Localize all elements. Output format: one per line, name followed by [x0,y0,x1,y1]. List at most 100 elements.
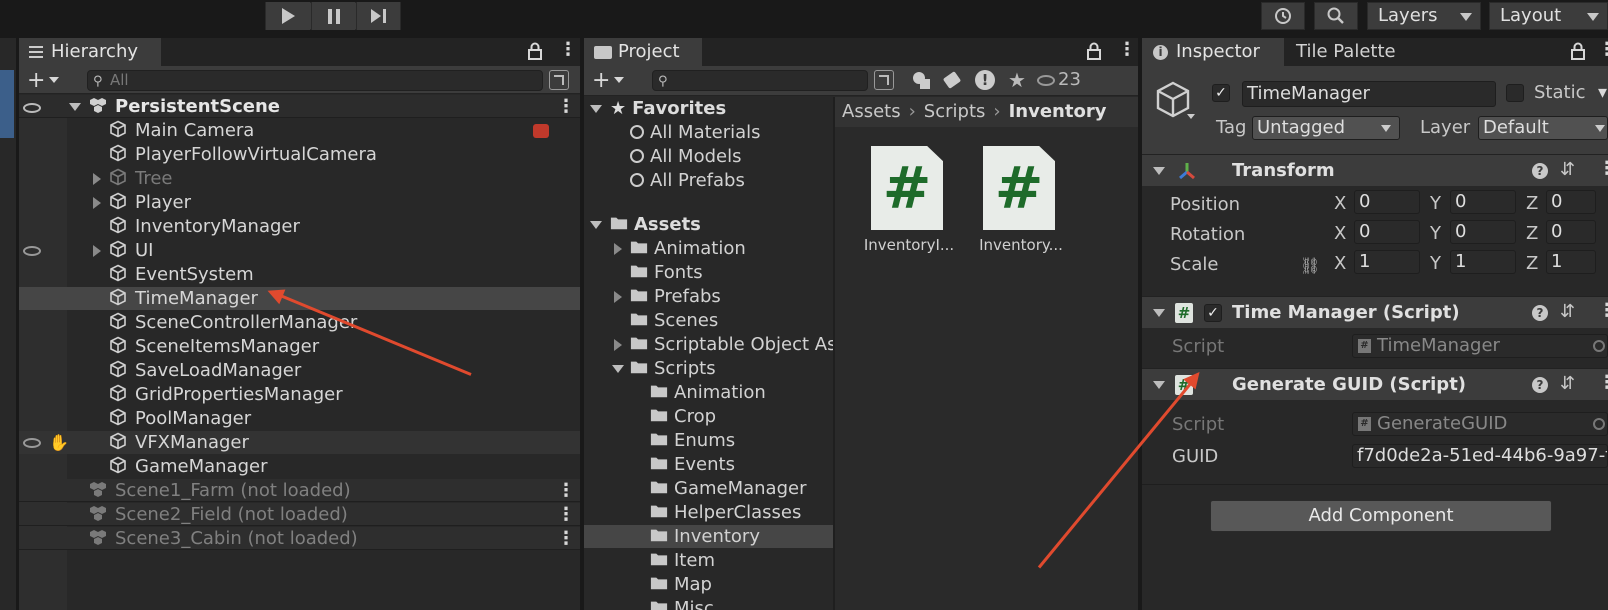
hierarchy-item[interactable]: SceneItemsManager [19,335,580,358]
help-icon[interactable]: ? [1532,305,1548,321]
add-component-button[interactable]: Add Component [1210,500,1552,532]
rotation-y-field[interactable]: 0 [1450,220,1516,244]
time-manager-component-header[interactable]: # ✓ Time Manager (Script) ? ⇵ ⋮ [1142,296,1608,328]
add-button[interactable]: + [27,68,60,93]
filter-by-label-button[interactable] [938,66,968,96]
play-button[interactable] [266,2,310,30]
create-button[interactable]: + [592,68,625,93]
folder-item[interactable]: Prefabs [584,285,833,308]
eye-icon[interactable] [23,103,41,113]
hierarchy-item[interactable]: PlayerFollowVirtualCamera [19,143,580,166]
hierarchy-item[interactable]: Main Camera [19,119,580,142]
scale-y-field[interactable]: 1 [1450,250,1516,274]
layout-dropdown[interactable]: Layout [1489,2,1608,30]
hierarchy-item[interactable]: Player [19,191,580,214]
component-menu-icon[interactable]: ⋮ [1598,300,1608,321]
hierarchy-item[interactable]: EventSystem [19,263,580,286]
scale-x-field[interactable]: 1 [1354,250,1420,274]
history-button[interactable] [1261,2,1305,30]
hierarchy-item[interactable]: SceneControllerManager [19,311,580,334]
time-manager-script-field[interactable]: # TimeManager [1352,334,1608,358]
tab-project[interactable]: Project [584,38,702,66]
folder-item[interactable]: Scenes [584,309,833,332]
object-name-field[interactable]: TimeManager [1242,81,1496,107]
hierarchy-item[interactable]: GameManager [19,455,580,478]
folder-item[interactable]: GameManager [584,477,833,500]
presets-icon[interactable]: ⇵ [1560,159,1575,180]
unloaded-scene[interactable]: Scene3_Cabin (not loaded) ⋮ [19,527,580,550]
position-y-field[interactable]: 0 [1450,190,1516,214]
guid-field[interactable]: f7d0de2a-51ed-44b6-9a97-f [1352,444,1608,468]
scene-menu-icon[interactable]: ⋮ [557,503,575,526]
favorite-item[interactable]: All Models [584,145,833,168]
scene-header[interactable]: PersistentScene ⋮ [19,95,580,118]
script-asset[interactable]: # Inventory... [971,141,1071,261]
eye-icon[interactable] [23,246,41,256]
expand-icon[interactable] [614,291,622,303]
scene-menu-icon[interactable]: ⋮ [557,527,575,550]
favorite-item[interactable]: All Materials [584,121,833,144]
expand-icon[interactable] [614,339,622,351]
hierarchy-item[interactable]: InventoryManager [19,215,580,238]
panel-menu-icon[interactable]: ⋮ [1598,39,1608,60]
hierarchy-item[interactable]: SaveLoadManager [19,359,580,382]
tab-inspector[interactable]: i Inspector [1142,38,1284,66]
folder-item[interactable]: Enums [584,429,833,452]
folder-item-scripts[interactable]: Scripts [584,357,833,380]
tab-hierarchy[interactable]: Hierarchy [19,38,161,66]
script-asset[interactable]: # InventoryI... [859,141,959,261]
pickable-hand-icon[interactable]: ✋ [49,431,69,454]
object-picker-icon[interactable] [1593,418,1605,430]
layers-dropdown[interactable]: Layers [1367,2,1481,30]
expand-icon[interactable] [93,245,101,257]
position-z-field[interactable]: 0 [1546,190,1596,214]
hidden-packages-toggle[interactable]: 23 [1034,66,1114,96]
unloaded-scene[interactable]: Scene2_Field (not loaded) ⋮ [19,503,580,526]
tag-dropdown[interactable]: Untagged [1252,116,1400,140]
expand-icon[interactable] [93,197,101,209]
expand-icon[interactable] [93,173,101,185]
search-button[interactable] [1314,2,1358,30]
panel-menu-icon[interactable]: ⋮ [1118,39,1136,60]
unloaded-scene[interactable]: Scene1_Farm (not loaded) ⋮ [19,479,580,502]
folder-item[interactable]: Crop [584,405,833,428]
filter-by-type-button[interactable] [906,66,936,96]
lock-icon[interactable] [1570,42,1586,64]
rotation-x-field[interactable]: 0 [1354,220,1420,244]
constrain-proportions-icon[interactable]: ⛓ [1300,256,1320,275]
pause-button[interactable] [311,2,355,30]
transform-component-header[interactable]: Transform ? ⇵ ⋮ [1142,154,1608,186]
favorites-button[interactable]: ★ [1002,66,1032,96]
presets-icon[interactable]: ⇵ [1560,301,1575,322]
folder-item[interactable]: Map [584,573,833,596]
expand-icon[interactable] [614,243,622,255]
folder-item[interactable]: Scriptable Object Ass [584,333,833,356]
assets-folder[interactable]: Assets [584,213,833,236]
step-button[interactable] [356,2,400,30]
scene-visibility-toggle[interactable] [549,70,569,90]
folder-item[interactable]: HelperClasses [584,501,833,524]
lock-icon[interactable] [1086,42,1102,64]
rotation-z-field[interactable]: 0 [1546,220,1596,244]
filter-by-log-button[interactable]: ! [970,66,1000,96]
scene-menu-icon[interactable]: ⋮ [557,95,575,118]
hierarchy-item[interactable]: GridPropertiesManager [19,383,580,406]
layer-dropdown[interactable]: Default [1478,116,1608,140]
folder-item[interactable]: Animation [584,237,833,260]
object-picker-icon[interactable] [1593,340,1605,352]
component-menu-icon[interactable]: ⋮ [1598,372,1608,393]
panel-splitter[interactable] [1138,38,1142,610]
hierarchy-search-input[interactable]: ⚲ All [87,70,543,91]
eye-icon[interactable] [23,438,41,448]
breadcrumb-item[interactable]: Assets [842,101,901,122]
scale-z-field[interactable]: 1 [1546,250,1596,274]
folder-item[interactable]: Events [584,453,833,476]
component-menu-icon[interactable]: ⋮ [1598,158,1608,179]
folder-item[interactable]: Inventory [584,525,833,548]
presets-icon[interactable]: ⇵ [1560,373,1575,394]
scene-menu-icon[interactable]: ⋮ [557,479,575,502]
static-dropdown-icon[interactable]: ▾ [1598,82,1607,103]
breadcrumb-item[interactable]: Inventory [1009,101,1107,122]
lock-icon[interactable] [527,42,543,64]
tab-tile-palette[interactable]: Tile Palette [1286,38,1436,66]
